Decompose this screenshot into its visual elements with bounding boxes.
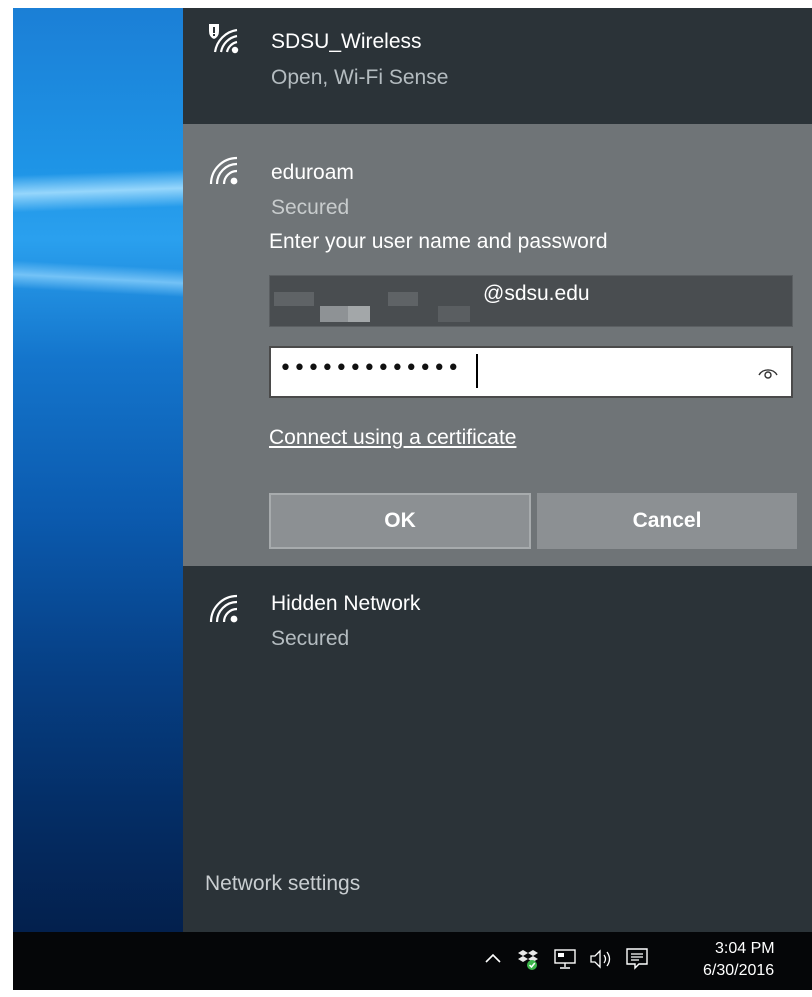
redacted-text — [274, 292, 314, 306]
password-field[interactable]: ••••••••••••• — [269, 346, 793, 398]
network-icon[interactable] — [553, 948, 577, 970]
cancel-button[interactable]: Cancel — [537, 493, 797, 549]
network-status: Secured — [271, 627, 350, 650]
taskbar: 3:04 PM 6/30/2016 — [13, 932, 812, 990]
volume-icon[interactable] — [589, 948, 615, 970]
credentials-prompt: Enter your user name and password — [269, 230, 608, 253]
redacted-text — [348, 306, 370, 322]
wifi-icon — [209, 594, 238, 623]
wifi-shield-icon — [209, 24, 239, 54]
network-status: Secured — [271, 196, 350, 219]
ok-button[interactable]: OK — [269, 493, 531, 549]
network-item-sdsu-wireless[interactable]: SDSU_Wireless Open, Wi-Fi Sense — [183, 8, 812, 124]
desktop-wallpaper — [13, 8, 183, 932]
network-name: eduroam — [271, 161, 354, 184]
redacted-text — [438, 306, 470, 322]
network-name: Hidden Network — [271, 592, 421, 615]
network-item-eduroam[interactable]: eduroam Secured Enter your user name and… — [183, 124, 812, 566]
redacted-text — [320, 306, 348, 322]
clock-date[interactable]: 6/30/2016 — [703, 962, 774, 980]
network-flyout: SDSU_Wireless Open, Wi-Fi Sense eduroam … — [183, 8, 812, 932]
network-name: SDSU_Wireless — [271, 30, 422, 53]
password-value: ••••••••••••• — [279, 356, 461, 381]
connect-certificate-link[interactable]: Connect using a certificate — [269, 426, 516, 450]
network-item-hidden-network[interactable]: Hidden Network Secured — [183, 566, 812, 686]
dropbox-icon[interactable] — [517, 948, 539, 970]
reveal-password-icon[interactable] — [757, 361, 779, 383]
wifi-icon — [209, 156, 238, 185]
chevron-up-icon[interactable] — [485, 952, 501, 964]
text-caret — [476, 354, 478, 388]
screen: SDSU_Wireless Open, Wi-Fi Sense eduroam … — [13, 8, 812, 990]
username-value: @sdsu.edu — [483, 282, 590, 305]
network-settings-link[interactable]: Network settings — [205, 872, 360, 896]
clock-time[interactable]: 3:04 PM — [715, 940, 775, 958]
username-field[interactable]: @sdsu.edu — [269, 275, 793, 327]
action-center-icon[interactable] — [625, 947, 649, 971]
redacted-text — [388, 292, 418, 306]
network-status: Open, Wi-Fi Sense — [271, 66, 449, 89]
